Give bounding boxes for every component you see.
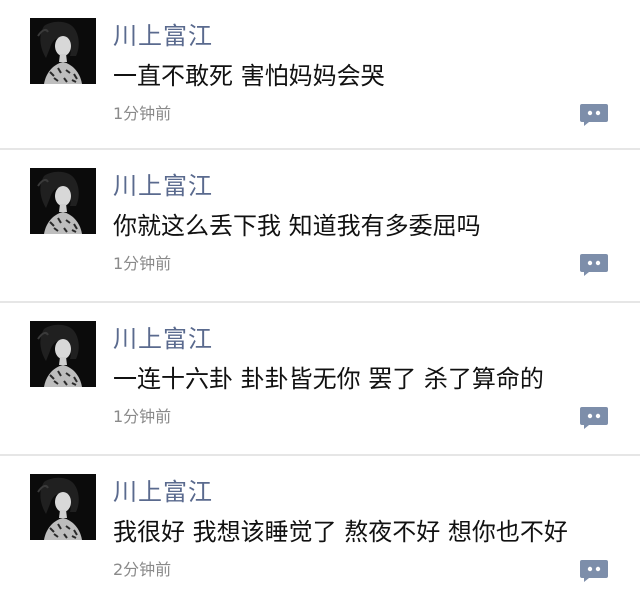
avatar[interactable]: [30, 168, 96, 234]
post-content: 一直不敢死 害怕妈妈会哭: [113, 62, 385, 90]
comment-button[interactable]: [580, 104, 608, 126]
comment-icon: [580, 104, 608, 126]
comment-button[interactable]: [580, 560, 608, 582]
comment-icon: [580, 254, 608, 276]
post-content: 你就这么丢下我 知道我有多委屈吗: [113, 212, 481, 240]
post-time: 1分钟前: [113, 104, 172, 123]
moment-post: 川上富江 你就这么丢下我 知道我有多委屈吗 1分钟前: [0, 150, 640, 303]
moment-post: 川上富江 一连十六卦 卦卦皆无你 罢了 杀了算命的 1分钟前: [0, 303, 640, 456]
comment-icon: [580, 407, 608, 429]
moment-post: 川上富江 我很好 我想该睡觉了 熬夜不好 想你也不好 2分钟前: [0, 456, 640, 602]
comment-button[interactable]: [580, 407, 608, 429]
post-time: 1分钟前: [113, 254, 172, 273]
avatar[interactable]: [30, 321, 96, 387]
portrait-avatar-icon: [30, 474, 96, 540]
moment-post: 川上富江 一直不敢死 害怕妈妈会哭 1分钟前: [0, 0, 640, 150]
comment-button[interactable]: [580, 254, 608, 276]
author-name[interactable]: 川上富江: [113, 323, 213, 355]
portrait-avatar-icon: [30, 18, 96, 84]
moments-feed: 川上富江 一直不敢死 害怕妈妈会哭 1分钟前 川上富江 你就这么丢下我 知道我有…: [0, 0, 640, 602]
author-name[interactable]: 川上富江: [113, 476, 213, 508]
author-name[interactable]: 川上富江: [113, 20, 213, 52]
post-content: 一连十六卦 卦卦皆无你 罢了 杀了算命的: [113, 365, 544, 393]
comment-icon: [580, 560, 608, 582]
author-name[interactable]: 川上富江: [113, 170, 213, 202]
post-time: 1分钟前: [113, 407, 172, 426]
avatar[interactable]: [30, 474, 96, 540]
portrait-avatar-icon: [30, 321, 96, 387]
portrait-avatar-icon: [30, 168, 96, 234]
post-time: 2分钟前: [113, 560, 172, 579]
avatar[interactable]: [30, 18, 96, 84]
post-content: 我很好 我想该睡觉了 熬夜不好 想你也不好: [113, 518, 568, 546]
